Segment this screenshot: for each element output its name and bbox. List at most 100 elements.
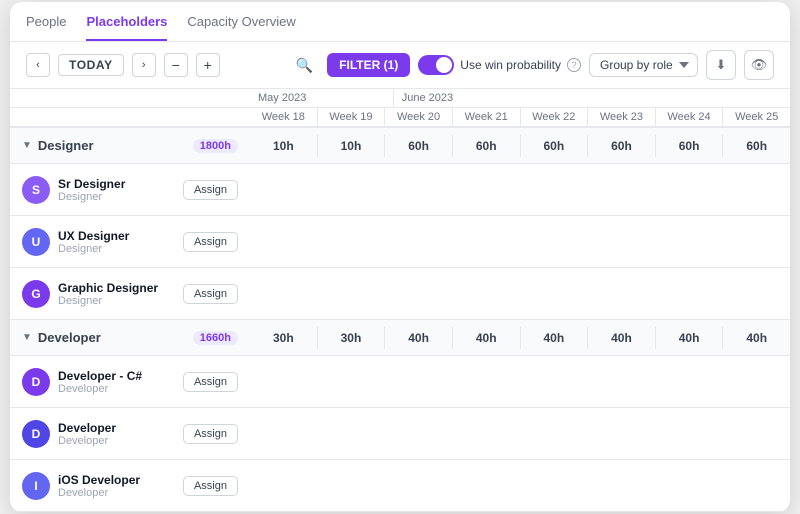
avatar-graphic-designer: G [22,280,50,308]
assign-btn-developer[interactable]: Assign [183,424,238,444]
person-row-ux-designer: U UX Designer Designer Assign [10,216,790,268]
person-row-ios-developer: I iOS Developer Developer Assign [10,460,790,512]
filter-button[interactable]: FILTER (1) [327,53,410,77]
developer-h5: 40h [588,327,656,349]
toggle-knob [436,57,452,73]
developer-h7: 40h [723,327,790,349]
zoom-out-button[interactable]: − [164,53,188,77]
person-name-graphic-designer: Graphic Designer [58,281,158,295]
download-icon[interactable]: ⬇ [706,50,736,80]
developer-h6: 40h [656,327,724,349]
eye-icon[interactable]: 👁 [744,50,774,80]
toggle-label: Use win probability [460,58,561,72]
week-18: Week 18 [250,108,318,126]
next-button[interactable]: › [132,53,156,77]
person-details-dev-csharp: Developer - C# Developer [58,369,142,395]
assign-btn-sr-designer[interactable]: Assign [183,180,238,200]
person-role-sr-designer: Designer [58,191,125,203]
designer-h3: 60h [453,135,521,157]
chevron-developer[interactable]: ▼ [22,332,32,343]
person-role-dev-csharp: Developer [58,383,142,395]
developer-h4: 40h [521,327,589,349]
person-info-dev-csharp: D Developer - C# Developer Assign [10,368,250,396]
group-name-designer: Designer [38,138,94,153]
app-container: People Placeholders Capacity Overview ‹ … [10,2,790,512]
person-info-ux-designer: U UX Designer Designer Assign [10,228,250,256]
group-hours-developer: 30h 30h 40h 40h 40h 40h 40h 40h [250,327,790,349]
week-20: Week 20 [385,108,453,126]
person-info-sr-designer: S Sr Designer Designer Assign [10,176,250,204]
avatar-sr-designer: S [22,176,50,204]
zoom-in-button[interactable]: + [196,53,220,77]
person-name-dev-csharp: Developer - C# [58,369,142,383]
avatar-ios-developer: I [22,472,50,500]
group-by-select[interactable]: Group by role [589,53,698,77]
person-info-ios-developer: I iOS Developer Developer Assign [10,472,250,500]
person-row-sr-designer: S Sr Designer Designer Assign [10,164,790,216]
group-label-designer: ▼ Designer 1800h [10,138,250,153]
developer-h0: 30h [250,327,318,349]
week-23: Week 23 [588,108,656,126]
week-24: Week 24 [656,108,724,126]
assign-btn-ios-developer[interactable]: Assign [183,476,238,496]
week-25: Week 25 [723,108,790,126]
toolbar: ‹ TODAY › − + 🔍 FILTER (1) Use win proba… [10,42,790,89]
person-role-graphic-designer: Designer [58,295,158,307]
person-details-ios-developer: iOS Developer Developer [58,473,140,499]
assign-btn-graphic-designer[interactable]: Assign [183,284,238,304]
designer-h4: 60h [521,135,589,157]
person-details-graphic-designer: Graphic Designer Designer [58,281,158,307]
person-info-graphic-designer: G Graphic Designer Designer Assign [10,280,250,308]
month-may: May 2023 [250,89,394,107]
person-row-developer: D Developer Developer Assign [10,408,790,460]
week-21: Week 21 [453,108,521,126]
person-details-developer: Developer Developer [58,421,116,447]
today-button[interactable]: TODAY [58,54,124,76]
week-19: Week 19 [318,108,386,126]
prev-button[interactable]: ‹ [26,53,50,77]
week-header-row: Week 18 Week 19 Week 20 Week 21 Week 22 … [10,108,790,128]
group-hours-designer: 10h 10h 60h 60h 60h 60h 60h 60h [250,135,790,157]
grid-area: May 2023 June 2023 Week 18 Week 19 Week … [10,89,790,512]
designer-h0: 10h [250,135,318,157]
person-info-developer: D Developer Developer Assign [10,420,250,448]
avatar-ux-designer: U [22,228,50,256]
avatar-dev-csharp: D [22,368,50,396]
assign-btn-dev-csharp[interactable]: Assign [183,372,238,392]
month-header-row: May 2023 June 2023 [10,89,790,108]
developer-h2: 40h [385,327,453,349]
designer-h7: 60h [723,135,790,157]
designer-h1: 10h [318,135,386,157]
tab-capacity[interactable]: Capacity Overview [187,14,295,41]
person-role-ux-designer: Designer [58,243,129,255]
designer-h2: 60h [385,135,453,157]
person-name-sr-designer: Sr Designer [58,177,125,191]
group-label-developer: ▼ Developer 1660h [10,330,250,345]
person-details-ux-designer: UX Designer Designer [58,229,129,255]
tab-people[interactable]: People [26,14,66,41]
designer-h6: 60h [656,135,724,157]
tab-placeholders[interactable]: Placeholders [86,14,167,41]
developer-h1: 30h [318,327,386,349]
week-22: Week 22 [521,108,589,126]
person-row-dev-csharp: D Developer - C# Developer Assign [10,356,790,408]
person-name-ios-developer: iOS Developer [58,473,140,487]
person-details-sr-designer: Sr Designer Designer [58,177,125,203]
top-nav: People Placeholders Capacity Overview [10,2,790,42]
group-row-designer: ▼ Designer 1800h 10h 10h 60h 60h 60h 60h… [10,128,790,164]
avatar-developer: D [22,420,50,448]
developer-h3: 40h [453,327,521,349]
assign-btn-ux-designer[interactable]: Assign [183,232,238,252]
group-row-developer: ▼ Developer 1660h 30h 30h 40h 40h 40h 40… [10,320,790,356]
person-name-developer: Developer [58,421,116,435]
help-icon[interactable]: ? [567,58,581,72]
search-button[interactable]: 🔍 [289,50,319,80]
person-name-ux-designer: UX Designer [58,229,129,243]
person-row-graphic-designer: G Graphic Designer Designer Assign [10,268,790,320]
win-probability-toggle[interactable] [418,55,454,75]
group-badge-designer: 1800h [193,139,238,153]
week-spacer [10,108,250,126]
group-name-developer: Developer [38,330,101,345]
chevron-designer[interactable]: ▼ [22,140,32,151]
group-badge-developer: 1660h [193,331,238,345]
